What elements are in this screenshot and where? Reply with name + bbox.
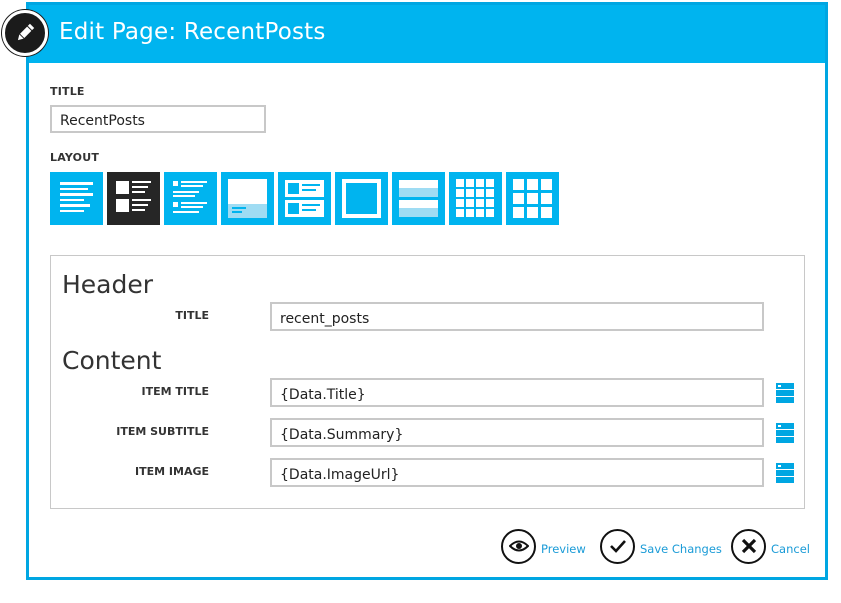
save-changes-label: Save Changes <box>640 542 722 556</box>
layout-label: LAYOUT <box>50 151 100 164</box>
dialog-titlebar: Edit Page: RecentPosts <box>29 5 825 63</box>
cancel-label: Cancel <box>771 542 810 556</box>
item-image-data-picker-icon[interactable] <box>776 463 794 483</box>
close-icon <box>731 528 766 564</box>
single-item-layout-icon <box>342 179 381 218</box>
item-title-input[interactable]: {Data.Title} <box>270 378 764 407</box>
item-image-input[interactable]: {Data.ImageUrl} <box>270 458 764 487</box>
item-title-label: ITEM TITLE <box>141 385 209 398</box>
layout-option-image-list[interactable] <box>107 172 160 225</box>
header-section-heading: Header <box>62 270 154 299</box>
cancel-button[interactable]: Cancel <box>731 528 810 564</box>
dialog-title: Edit Page: RecentPosts <box>59 19 326 45</box>
title-input[interactable]: RecentPosts <box>50 105 266 133</box>
layout-option-banner-list[interactable] <box>392 172 445 225</box>
header-title-input[interactable]: recent_posts <box>270 302 764 331</box>
item-subtitle-input[interactable]: {Data.Summary} <box>270 418 764 447</box>
layout-option-thumbnail-list[interactable] <box>278 172 331 225</box>
content-section-heading: Content <box>62 346 162 375</box>
thumbnail-list-layout-icon <box>285 180 324 217</box>
compact-list-layout-icon <box>173 181 207 213</box>
layout-option-hero[interactable] <box>221 172 274 225</box>
header-title-label: TITLE <box>175 309 209 322</box>
eye-icon <box>501 528 536 564</box>
banner-list-layout-icon <box>399 180 438 217</box>
hero-layout-icon <box>228 179 267 218</box>
title-label: TITLE <box>50 85 85 98</box>
save-changes-button[interactable]: Save Changes <box>600 528 722 564</box>
item-title-data-picker-icon[interactable] <box>776 383 794 403</box>
list-layout-icon <box>60 182 93 212</box>
item-subtitle-label: ITEM SUBTITLE <box>116 425 209 438</box>
image-list-layout-icon <box>116 181 151 212</box>
layout-option-large-grid[interactable] <box>506 172 559 225</box>
item-subtitle-data-picker-icon[interactable] <box>776 423 794 443</box>
layout-option-compact-list[interactable] <box>164 172 217 225</box>
layout-option-list[interactable] <box>50 172 103 225</box>
item-image-label: ITEM IMAGE <box>135 465 209 478</box>
preview-button[interactable]: Preview <box>501 528 586 564</box>
small-grid-layout-icon <box>456 179 494 217</box>
checkmark-icon <box>600 528 635 564</box>
layout-option-small-grid[interactable] <box>449 172 502 225</box>
large-grid-layout-icon <box>513 179 552 218</box>
layout-option-single-item[interactable] <box>335 172 388 225</box>
edit-pencil-icon <box>2 10 48 56</box>
layout-settings-panel: Header TITLE recent_posts Content ITEM T… <box>50 255 805 509</box>
preview-label: Preview <box>541 542 586 556</box>
